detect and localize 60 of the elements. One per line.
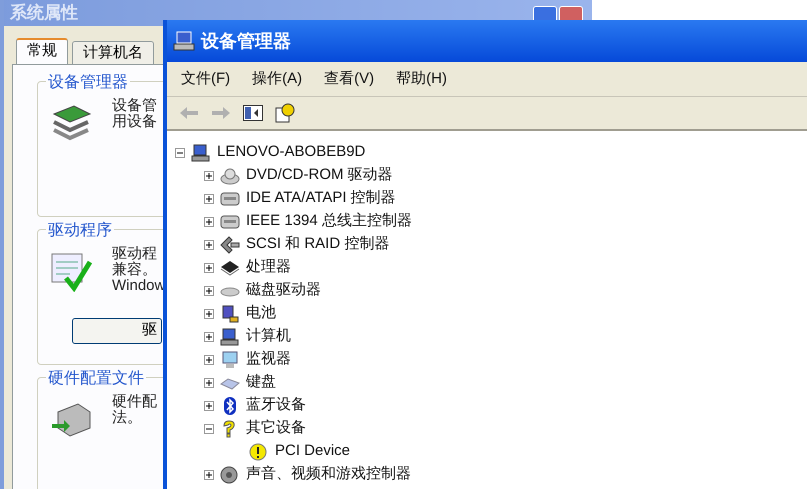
menu-item[interactable]: 查看(V) <box>324 68 374 90</box>
description-text: 兼容。 <box>112 262 158 278</box>
tree-item[interactable]: 蓝牙设备 <box>246 394 306 417</box>
chip-icon <box>220 258 240 276</box>
expand-icon[interactable] <box>204 170 214 180</box>
expand-icon[interactable] <box>204 354 214 364</box>
driver-check-icon <box>50 252 92 292</box>
expand-icon[interactable] <box>204 378 214 388</box>
connector-icon <box>220 236 240 254</box>
tab[interactable]: 常规 <box>16 38 68 64</box>
tree-item[interactable]: 处理器 <box>246 256 291 279</box>
description-text: 驱动程 <box>112 246 158 262</box>
description-text: 硬件配 <box>112 394 157 410</box>
monitor-icon <box>220 350 240 368</box>
help-page-icon[interactable] <box>275 103 295 123</box>
collapse-icon[interactable] <box>175 148 185 158</box>
expand-icon[interactable] <box>204 286 214 296</box>
collapse-icon[interactable] <box>204 424 214 434</box>
window-title: 系统属性 <box>10 2 78 24</box>
description-text: Window <box>112 278 166 294</box>
expand-icon[interactable] <box>204 240 214 250</box>
tree-item[interactable]: IEEE 1394 总线主控制器 <box>246 210 412 233</box>
disc-drive-icon <box>220 166 240 184</box>
controller-icon <box>220 212 240 230</box>
tree-item[interactable]: 声音、视频和游戏控制器 <box>246 463 411 486</box>
tree-item[interactable]: 计算机 <box>246 325 291 348</box>
tree-item[interactable]: 电池 <box>246 302 276 325</box>
warning-icon <box>249 442 269 460</box>
driver-button[interactable]: 驱 <box>72 318 162 344</box>
tree-item[interactable]: 其它设备 <box>246 417 306 440</box>
tree-item[interactable]: PCI Device <box>275 440 350 463</box>
expand-icon[interactable] <box>204 262 214 272</box>
tree-item[interactable]: LENOVO-ABOBEB9D <box>217 141 366 164</box>
tree-item[interactable]: DVD/CD-ROM 驱动器 <box>246 164 393 187</box>
tree-item[interactable]: IDE ATA/ATAPI 控制器 <box>246 187 396 210</box>
speaker-icon <box>220 466 240 484</box>
computer-icon <box>220 328 240 346</box>
menu-item[interactable]: 操作(A) <box>252 68 302 90</box>
expand-icon[interactable] <box>204 400 214 410</box>
tab[interactable]: 计算机名 <box>72 40 154 64</box>
menu-item[interactable]: 帮助(H) <box>396 68 447 90</box>
expand-icon[interactable] <box>204 216 214 226</box>
menu-item[interactable]: 文件(F) <box>181 68 230 90</box>
controller-icon <box>220 190 240 208</box>
description-text: 设备管 <box>112 98 157 114</box>
pane-icon[interactable] <box>243 105 263 121</box>
description-text: 用设备 <box>112 114 157 130</box>
tree-item[interactable]: 监视器 <box>246 348 291 371</box>
expand-icon[interactable] <box>204 470 214 480</box>
tree-item[interactable]: SCSI 和 RAID 控制器 <box>246 233 390 256</box>
tree-item[interactable]: 键盘 <box>246 371 276 394</box>
expand-icon[interactable] <box>204 332 214 342</box>
window-title: 设备管理器 <box>201 30 291 52</box>
expand-icon[interactable] <box>204 194 214 204</box>
computer-icon <box>191 144 211 162</box>
description-text: 法。 <box>112 410 143 426</box>
computer-icon <box>173 31 195 51</box>
battery-icon <box>220 304 240 322</box>
tree-item[interactable]: 磁盘驱动器 <box>246 279 321 302</box>
expand-icon[interactable] <box>204 308 214 318</box>
